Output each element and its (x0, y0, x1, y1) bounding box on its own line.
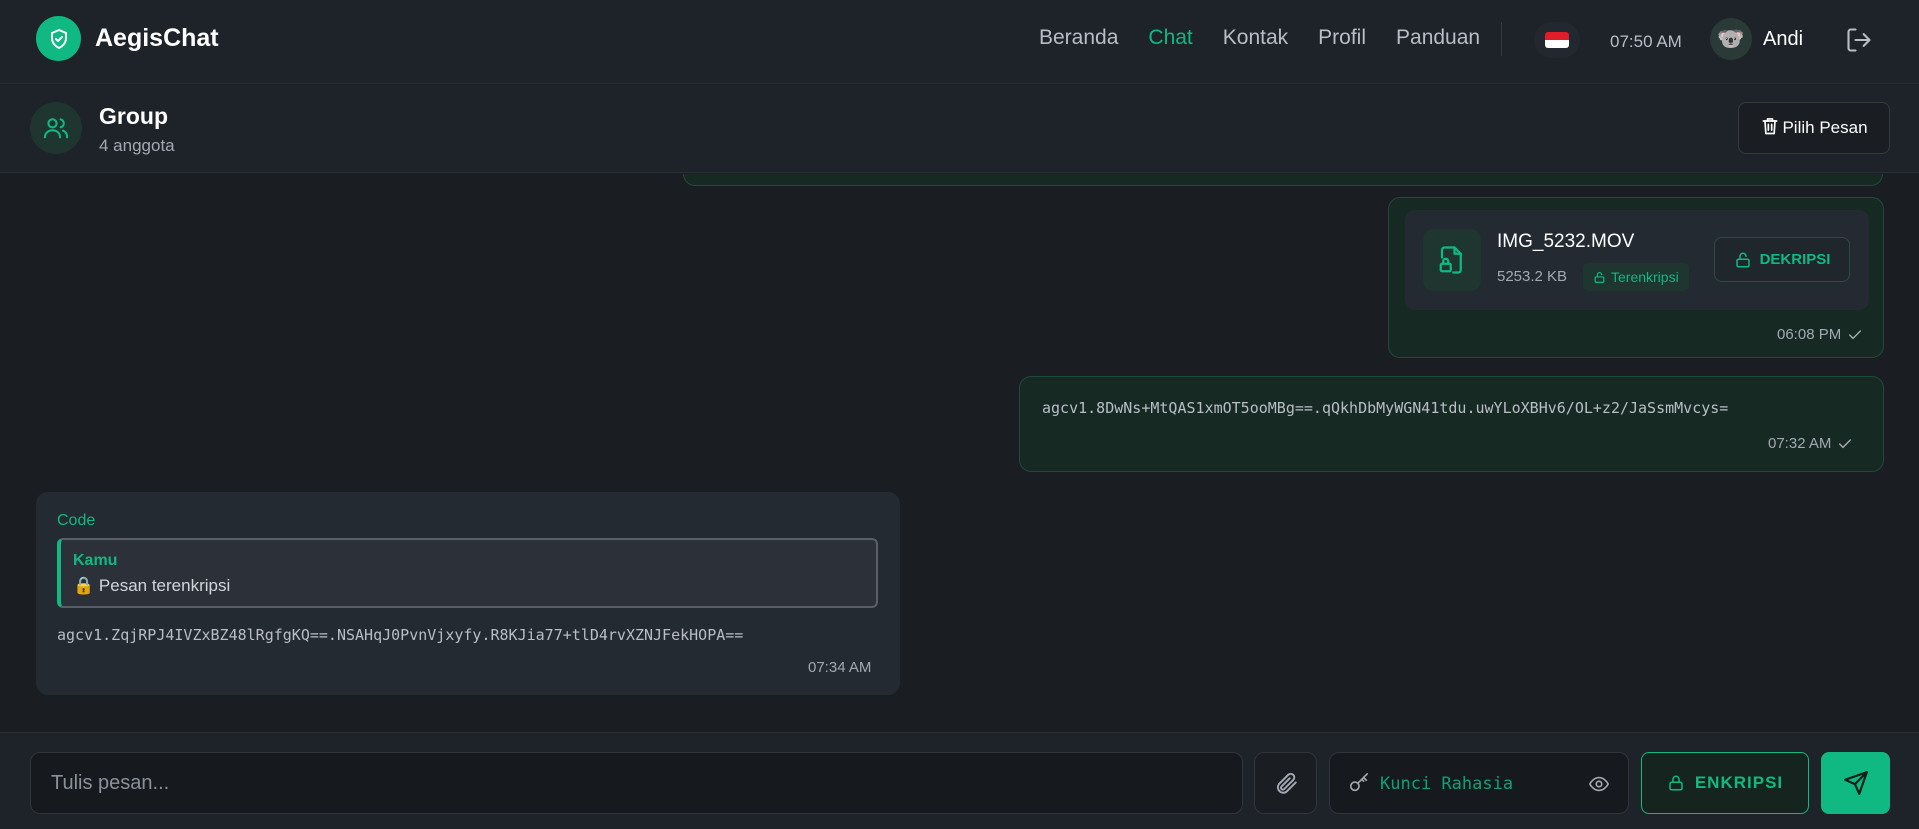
file-size: 5253.2 KB (1497, 268, 1568, 285)
encrypted-badge: Terenkripsi (1583, 263, 1689, 291)
encrypted-badge-label: Terenkripsi (1611, 269, 1679, 285)
trash-icon (1760, 115, 1782, 142)
nav-link-panduan[interactable]: Panduan (1396, 26, 1480, 50)
decrypt-button[interactable]: DEKRIPSI (1714, 237, 1850, 282)
send-icon (1843, 771, 1868, 795)
nav-link-chat[interactable]: Chat (1148, 26, 1192, 50)
language-switcher[interactable] (1534, 22, 1580, 58)
send-button[interactable] (1821, 752, 1890, 814)
incoming-message[interactable]: Code Kamu 🔒 Pesan terenkripsi agcv1.ZqjR… (36, 492, 900, 695)
file-attachment-card: IMG_5232.MOV 5253.2 KB Terenkripsi DEKRI… (1405, 210, 1869, 310)
eye-icon[interactable] (1588, 773, 1610, 800)
shield-icon (36, 16, 81, 61)
message-time: 07:34 AM (808, 659, 872, 676)
clock: 07:50 AM (1610, 32, 1682, 51)
member-count: 4 anggota (99, 136, 175, 155)
chat-header: Group 4 anggota Pilih Pesan (0, 85, 1919, 173)
unlock-icon (1735, 252, 1750, 267)
message-meta: 07:34 AM (808, 659, 871, 676)
users-icon (30, 102, 82, 154)
encrypt-label: ENKRIPSI (1694, 773, 1784, 792)
message-meta: 06:08 PM (1777, 326, 1863, 343)
nav-divider (1501, 22, 1502, 56)
cipher-text: agcv1.ZqjRPJ4IVZxBZ48lRgfgKQ==.NSAHqJ0Pv… (57, 626, 744, 644)
quoted-text-row: 🔒 Pesan terenkripsi (73, 576, 230, 596)
indonesia-flag-icon (1545, 32, 1569, 48)
paperclip-icon (1276, 772, 1297, 794)
logout-icon[interactable] (1845, 26, 1873, 59)
secret-key-input[interactable] (1380, 765, 1580, 803)
nav-link-beranda[interactable]: Beranda (1039, 26, 1118, 50)
quoted-sender: Kamu (73, 552, 118, 569)
message-time: 06:08 PM (1777, 326, 1842, 343)
select-messages-label: Pilih Pesan (1782, 118, 1868, 137)
file-lock-icon (1423, 229, 1481, 291)
outgoing-cipher-message[interactable]: agcv1.8DwNs+MtQAS1xmOT5ooMBg==.qQkhDbMyW… (1019, 376, 1884, 472)
sender-name: Code (57, 512, 96, 529)
lock-emoji-icon: 🔒 (73, 576, 95, 595)
top-nav: AegisChat Beranda Chat Kontak Profil Pan… (0, 0, 1919, 84)
brand[interactable]: AegisChat (36, 16, 219, 61)
lock-icon (1594, 271, 1605, 283)
message-time: 07:32 AM (1768, 435, 1832, 452)
brand-name: AegisChat (95, 24, 219, 52)
check-icon (1849, 329, 1862, 339)
decrypt-label: DEKRIPSI (1759, 251, 1831, 268)
avatar[interactable]: 🐨 (1710, 18, 1752, 60)
nav-links: Beranda Chat Kontak Profil Panduan (1039, 26, 1510, 50)
quoted-text: Pesan terenkripsi (98, 576, 231, 595)
message-meta: 07:32 AM (1768, 435, 1853, 452)
message-bubble-partial (683, 174, 1883, 186)
attach-button[interactable] (1254, 752, 1317, 814)
select-messages-button[interactable]: Pilih Pesan (1738, 102, 1890, 154)
quoted-reply[interactable]: Kamu 🔒 Pesan terenkripsi (57, 538, 878, 608)
composer: ENKRIPSI (0, 732, 1919, 829)
key-icon (1348, 772, 1370, 799)
secret-key-field[interactable] (1329, 752, 1629, 814)
outgoing-file-message[interactable]: IMG_5232.MOV 5253.2 KB Terenkripsi DEKRI… (1388, 197, 1884, 358)
message-input[interactable] (30, 752, 1243, 814)
encrypt-button[interactable]: ENKRIPSI (1641, 752, 1809, 814)
cipher-text: agcv1.8DwNs+MtQAS1xmOT5ooMBg==.qQkhDbMyW… (1042, 399, 1729, 417)
nav-link-profil[interactable]: Profil (1318, 26, 1366, 50)
message-list[interactable]: IMG_5232.MOV 5253.2 KB Terenkripsi DEKRI… (0, 174, 1919, 732)
group-title: Group (99, 103, 168, 129)
check-icon (1839, 438, 1852, 448)
file-name: IMG_5232.MOV (1497, 231, 1635, 252)
username[interactable]: Andi (1763, 28, 1803, 51)
nav-link-kontak[interactable]: Kontak (1223, 26, 1288, 50)
lock-icon (1669, 775, 1683, 791)
